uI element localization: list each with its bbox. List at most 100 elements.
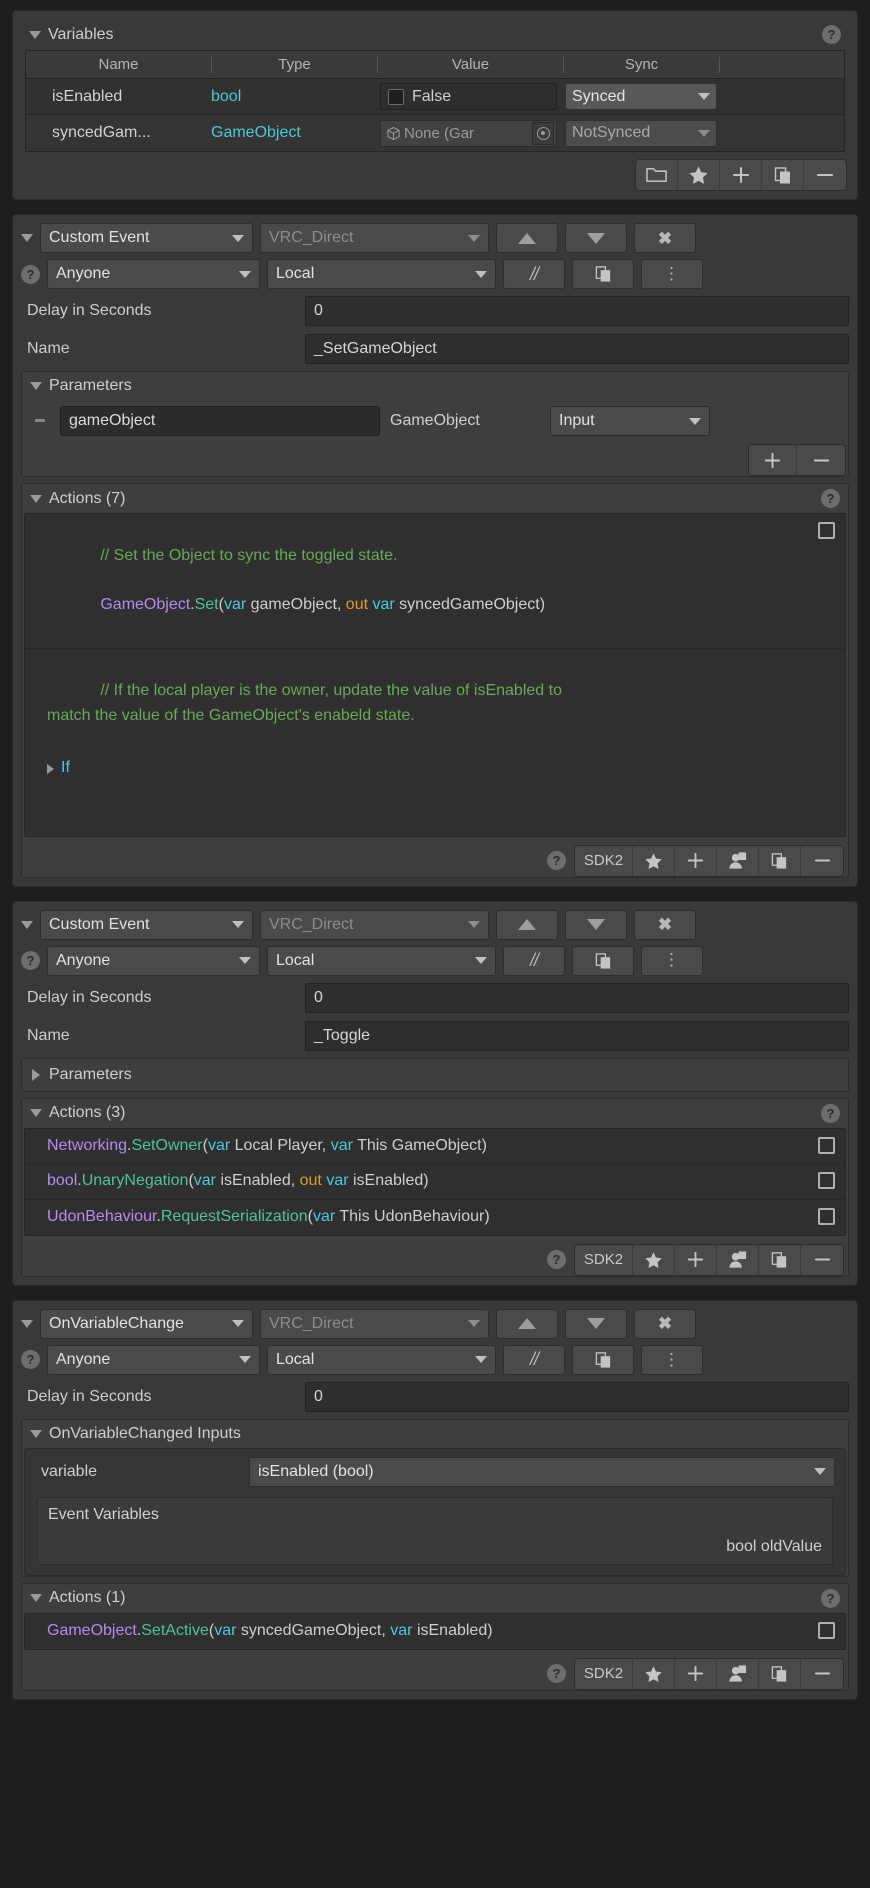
help-icon[interactable]: ? [821,489,840,508]
actions-foldout-header[interactable]: Actions (7) ? [22,484,848,513]
sdk2-button[interactable]: SDK2 [575,1658,633,1689]
network-type-dropdown[interactable]: VRC_Direct [260,1308,489,1339]
actions-foldout-header[interactable]: Actions (1) ? [22,1584,848,1613]
delete-event-button[interactable]: ✖ [634,909,696,940]
chevron-down-icon[interactable] [29,30,41,39]
inputs-foldout-header[interactable]: OnVariableChanged Inputs [22,1420,848,1448]
remove-action-button[interactable] [801,1245,843,1275]
help-icon[interactable]: ? [547,1664,566,1684]
network-type-dropdown[interactable]: VRC_Direct [260,223,489,253]
access-dropdown[interactable]: Anyone [47,945,260,976]
action-toggle-box[interactable] [818,1172,835,1190]
add-person-button[interactable] [717,1658,759,1689]
comment-button[interactable]: // [503,945,565,976]
more-menu-button[interactable]: ⋮ [641,1344,703,1375]
help-icon[interactable]: ? [821,1588,840,1608]
remove-action-button[interactable] [801,846,843,876]
target-dropdown[interactable]: Local [267,1344,496,1375]
action-toggle-box[interactable] [818,522,835,539]
parameters-foldout-header[interactable]: Parameters [21,1057,849,1092]
sdk2-button[interactable]: SDK2 [575,845,633,876]
event-type-dropdown[interactable]: Custom Event [40,223,253,253]
action-toggle-box[interactable] [818,1136,835,1154]
table-row[interactable]: syncedGam... GameObject None (Gar NotSyn… [26,115,844,151]
add-person-button[interactable] [717,1244,759,1275]
star-icon[interactable] [678,160,720,190]
action-toggle-box[interactable] [818,1208,835,1226]
variables-foldout-header[interactable]: Variables ? [21,19,849,50]
event-type-dropdown[interactable]: OnVariableChange [40,1308,253,1339]
delete-event-button[interactable]: ✖ [634,223,696,253]
help-icon[interactable]: ? [821,1103,840,1123]
help-icon[interactable]: ? [21,264,40,284]
folder-icon[interactable] [636,160,678,190]
chevron-down-icon[interactable] [30,1594,42,1603]
help-icon[interactable]: ? [822,25,841,44]
duplicate-icon[interactable] [762,160,804,190]
parameters-foldout-header[interactable]: Parameters [22,372,848,400]
move-down-button[interactable] [565,223,627,253]
move-up-button[interactable] [496,909,558,940]
copy-button[interactable] [572,259,634,289]
more-menu-button[interactable]: ⋮ [641,259,703,289]
copy-button[interactable] [572,1344,634,1375]
event-name-input[interactable]: _Toggle [305,1020,849,1051]
move-up-button[interactable] [496,223,558,253]
action-toggle-box[interactable] [818,1621,835,1639]
delay-input[interactable]: 0 [305,296,849,326]
duplicate-action-button[interactable] [759,845,801,876]
comment-button[interactable]: // [503,259,565,289]
add-parameter-button[interactable] [749,445,797,475]
chevron-down-icon[interactable] [30,1429,42,1438]
chevron-down-icon[interactable] [21,1319,33,1328]
chevron-down-icon[interactable] [30,1109,42,1118]
parameter-direction-dropdown[interactable]: Input [550,406,710,436]
chevron-right-icon[interactable] [32,1068,40,1081]
chevron-down-icon[interactable] [30,382,42,390]
move-down-button[interactable] [565,909,627,940]
list-item[interactable]: UdonBehaviour.RequestSerialization(var T… [25,1200,845,1235]
sync-dropdown[interactable]: NotSynced [565,119,717,147]
remove-parameter-button[interactable] [797,445,845,475]
delay-input[interactable]: 0 [305,1381,849,1412]
add-action-button[interactable] [675,845,717,876]
drag-handle-icon[interactable]: ━ [30,413,50,430]
favorite-button[interactable] [633,1658,675,1689]
target-dropdown[interactable]: Local [267,945,496,976]
sdk2-button[interactable]: SDK2 [575,1244,633,1275]
sync-dropdown[interactable]: Synced [565,83,717,110]
list-item[interactable]: Networking.SetOwner(var Local Player, va… [25,1129,845,1165]
move-down-button[interactable] [565,1308,627,1339]
add-person-button[interactable] [717,845,759,876]
plus-icon[interactable] [720,160,762,190]
chevron-down-icon[interactable] [21,234,33,242]
minus-icon[interactable] [804,160,846,190]
duplicate-action-button[interactable] [759,1658,801,1689]
access-dropdown[interactable]: Anyone [47,1344,260,1375]
network-type-dropdown[interactable]: VRC_Direct [260,909,489,940]
help-icon[interactable]: ? [21,1350,40,1370]
checkbox-icon[interactable] [388,88,404,105]
object-picker-icon[interactable] [532,121,554,145]
list-item[interactable]: // Set the Object to sync the toggled st… [25,514,845,649]
list-item[interactable]: bool.UnaryNegation(var isEnabled, out va… [25,1164,845,1201]
remove-action-button[interactable] [801,1659,843,1689]
variable-dropdown[interactable]: isEnabled (bool) [249,1456,835,1487]
chevron-down-icon[interactable] [30,494,42,503]
chevron-down-icon[interactable] [21,920,33,929]
delete-event-button[interactable]: ✖ [634,1308,696,1339]
access-dropdown[interactable]: Anyone [47,259,260,289]
parameter-name-input[interactable]: gameObject [60,406,380,436]
more-menu-button[interactable]: ⋮ [641,945,703,976]
actions-foldout-header[interactable]: Actions (3) ? [22,1099,848,1128]
table-row[interactable]: isEnabled bool False Synced [26,79,844,115]
chevron-right-icon[interactable] [47,763,54,774]
add-action-button[interactable] [675,1658,717,1689]
help-icon[interactable]: ? [547,851,566,871]
help-icon[interactable]: ? [21,951,40,971]
favorite-button[interactable] [633,845,675,876]
target-dropdown[interactable]: Local [267,259,496,289]
event-name-input[interactable]: _SetGameObject [305,334,849,364]
add-action-button[interactable] [675,1244,717,1275]
object-reference-field[interactable]: None (Gar [380,119,557,147]
